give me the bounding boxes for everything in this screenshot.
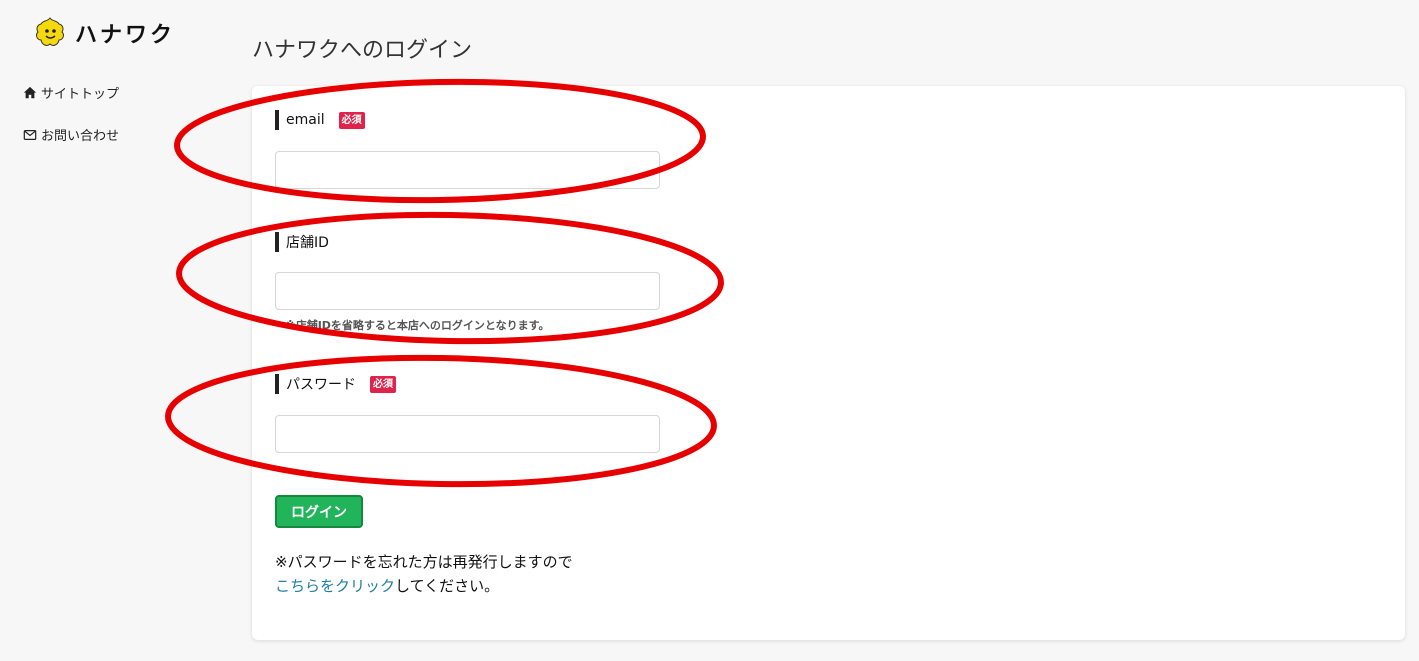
forgot-password-note: ※パスワードを忘れた方は再発行しますので こちらをクリックしてください。: [275, 550, 573, 598]
forgot-password-suffix: してください。: [395, 577, 500, 595]
login-button[interactable]: ログイン: [275, 495, 363, 528]
forgot-password-line2: こちらをクリックしてください。: [275, 574, 573, 598]
sidebar: ハナワク サイトトップ お問い合わせ: [0, 0, 230, 661]
nav-item-site-top[interactable]: サイトトップ: [23, 83, 119, 102]
email-field[interactable]: [275, 151, 660, 189]
reset-password-link[interactable]: こちらをクリック: [275, 577, 395, 595]
password-label-row: パスワード 必須: [275, 374, 396, 394]
nav-item-label: サイトトップ: [41, 87, 120, 102]
home-icon: [23, 86, 37, 98]
nav-item-label: お問い合わせ: [41, 129, 120, 144]
store-id-field[interactable]: [275, 272, 660, 310]
store-id-hint: ※店舗IDを省略すると本店へのログインとなります。: [285, 319, 550, 332]
logo-text: ハナワク: [75, 23, 176, 48]
password-field[interactable]: [275, 415, 660, 453]
label-accent-bar: [275, 232, 279, 252]
nav-item-contact[interactable]: お問い合わせ: [23, 125, 119, 144]
login-card: email 必須 店舗ID ※店舗IDを省略すると本店へのログインとなります。 …: [252, 86, 1405, 640]
store-id-label-row: 店舗ID: [275, 232, 329, 252]
email-label: email: [286, 112, 325, 128]
label-accent-bar: [275, 110, 279, 130]
email-label-row: email 必須: [275, 110, 365, 130]
required-badge: 必須: [338, 111, 365, 129]
label-accent-bar: [275, 374, 279, 394]
password-label: パスワード: [286, 377, 356, 393]
envelope-icon: [23, 129, 37, 140]
page-title: ハナワクへのログイン: [252, 38, 473, 63]
forgot-password-text: ※パスワードを忘れた方は再発行しますので: [275, 553, 573, 571]
logo[interactable]: ハナワク: [33, 16, 175, 50]
required-badge: 必須: [370, 375, 396, 393]
store-id-label: 店舗ID: [286, 235, 329, 251]
logo-mark-icon: [36, 17, 64, 46]
